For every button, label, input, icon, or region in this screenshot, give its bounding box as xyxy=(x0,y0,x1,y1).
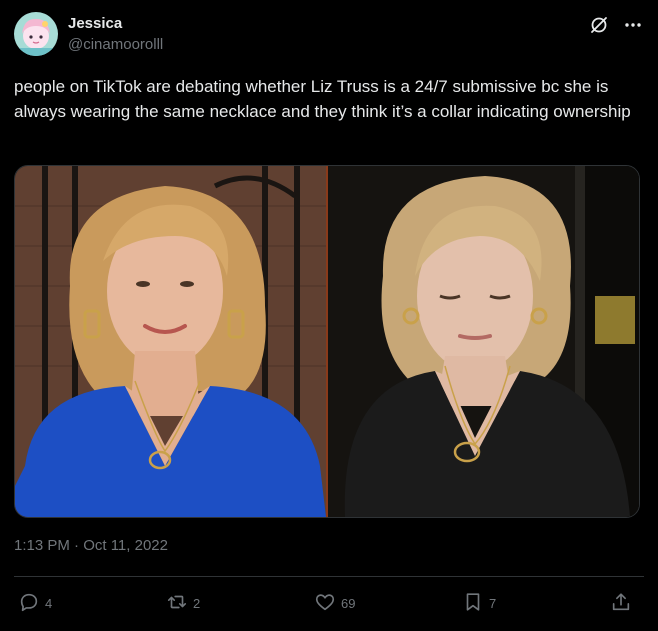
display-name[interactable]: Jessica xyxy=(68,14,163,34)
bookmark-icon xyxy=(462,591,484,616)
media-photo-left xyxy=(15,166,326,517)
share-button[interactable] xyxy=(610,588,632,618)
bookmark-count: 7 xyxy=(489,595,497,611)
grok-icon[interactable] xyxy=(588,14,610,36)
retweet-icon xyxy=(166,591,188,616)
reply-icon xyxy=(18,591,40,616)
handle[interactable]: @cinamoorolll xyxy=(68,35,163,55)
divider xyxy=(14,576,644,577)
avatar[interactable] xyxy=(14,12,58,56)
retweet-count: 2 xyxy=(193,595,201,611)
tweet-timestamp[interactable]: 1:13 PM · Oct 11, 2022 xyxy=(14,537,168,554)
more-icon[interactable] xyxy=(622,14,644,36)
tweet: Jessica @cinamoorolll people on TikTok a… xyxy=(0,0,658,631)
reply-button[interactable]: 4 xyxy=(18,588,52,618)
like-count: 69 xyxy=(341,595,356,611)
tweet-media[interactable] xyxy=(14,165,640,518)
retweet-button[interactable]: 2 xyxy=(166,588,200,618)
header-actions xyxy=(588,14,644,36)
reply-count: 4 xyxy=(45,595,53,611)
tweet-text: people on TikTok are debating whether Li… xyxy=(14,77,631,121)
share-icon xyxy=(610,591,632,616)
avatar-illustration xyxy=(14,12,58,56)
like-icon xyxy=(314,591,336,616)
bookmark-button[interactable]: 7 xyxy=(462,588,496,618)
media-photo-right xyxy=(328,166,639,517)
tweet-header: Jessica @cinamoorolll xyxy=(14,12,644,60)
tweet-actions: 4 2 69 7 xyxy=(14,588,644,618)
author-names: Jessica @cinamoorolll xyxy=(68,14,163,55)
like-button[interactable]: 69 xyxy=(314,588,355,618)
